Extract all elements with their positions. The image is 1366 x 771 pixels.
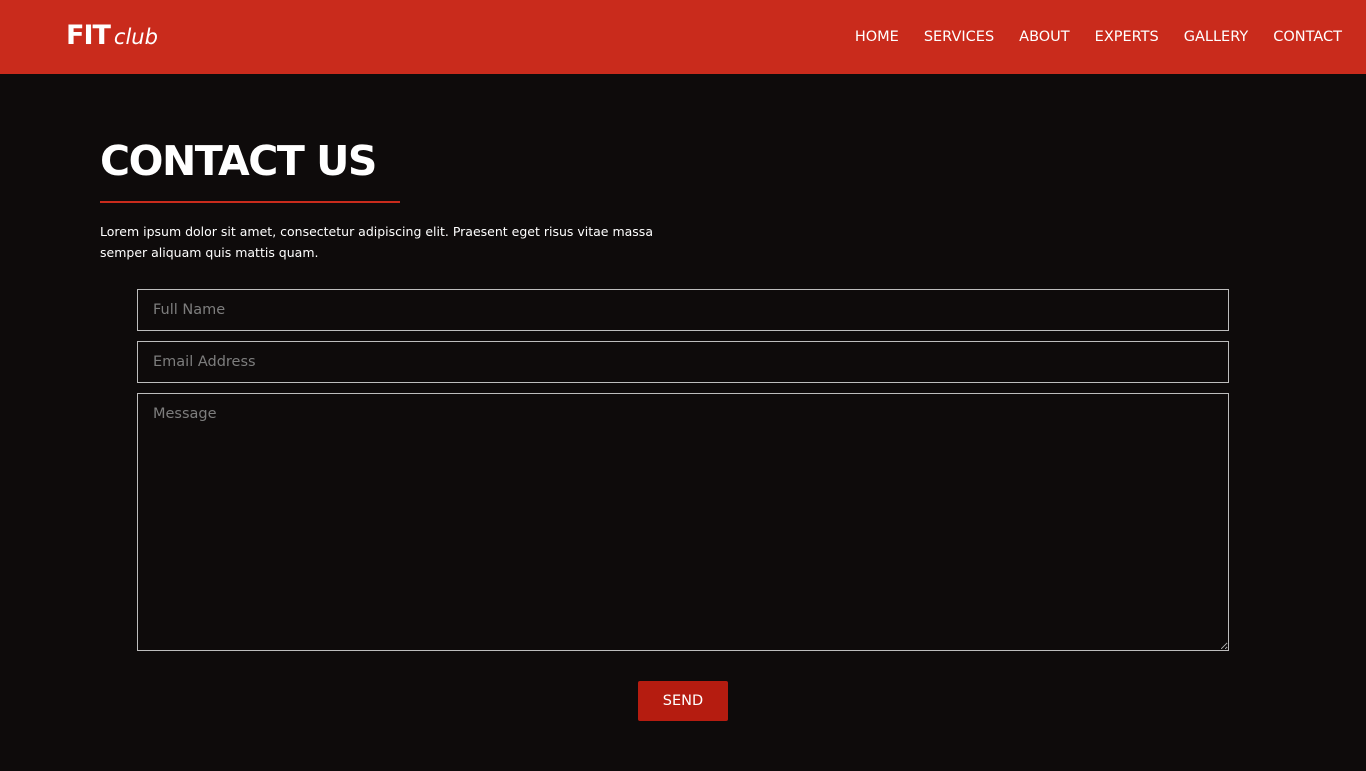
nav-item-gallery[interactable]: GALLERY: [1184, 29, 1248, 45]
intro-text: Lorem ipsum dolor sit amet, consectetur …: [100, 224, 653, 260]
send-button[interactable]: SEND: [638, 681, 728, 721]
message-textarea[interactable]: [137, 393, 1229, 651]
site-logo[interactable]: FIT club: [66, 20, 158, 54]
full-name-input[interactable]: [137, 289, 1229, 331]
contact-header-section: CONTACT US Lorem ipsum dolor sit amet, c…: [100, 135, 700, 263]
nav-item-contact[interactable]: CONTACT: [1273, 29, 1342, 45]
nav-item-services[interactable]: SERVICES: [924, 29, 994, 45]
top-navbar: FIT club HOME SERVICES ABOUT EXPERTS GAL…: [0, 0, 1366, 74]
nav-item-home[interactable]: HOME: [855, 29, 899, 45]
nav-item-about[interactable]: ABOUT: [1019, 29, 1070, 45]
email-input[interactable]: [137, 341, 1229, 383]
logo-sub-text: club: [113, 25, 158, 49]
title-underline: [100, 201, 400, 203]
page-title: CONTACT US: [100, 137, 377, 185]
logo-main-text: FIT: [66, 20, 111, 51]
nav-item-experts[interactable]: EXPERTS: [1095, 29, 1159, 45]
main-nav: HOME SERVICES ABOUT EXPERTS GALLERY CONT…: [830, 0, 1342, 74]
